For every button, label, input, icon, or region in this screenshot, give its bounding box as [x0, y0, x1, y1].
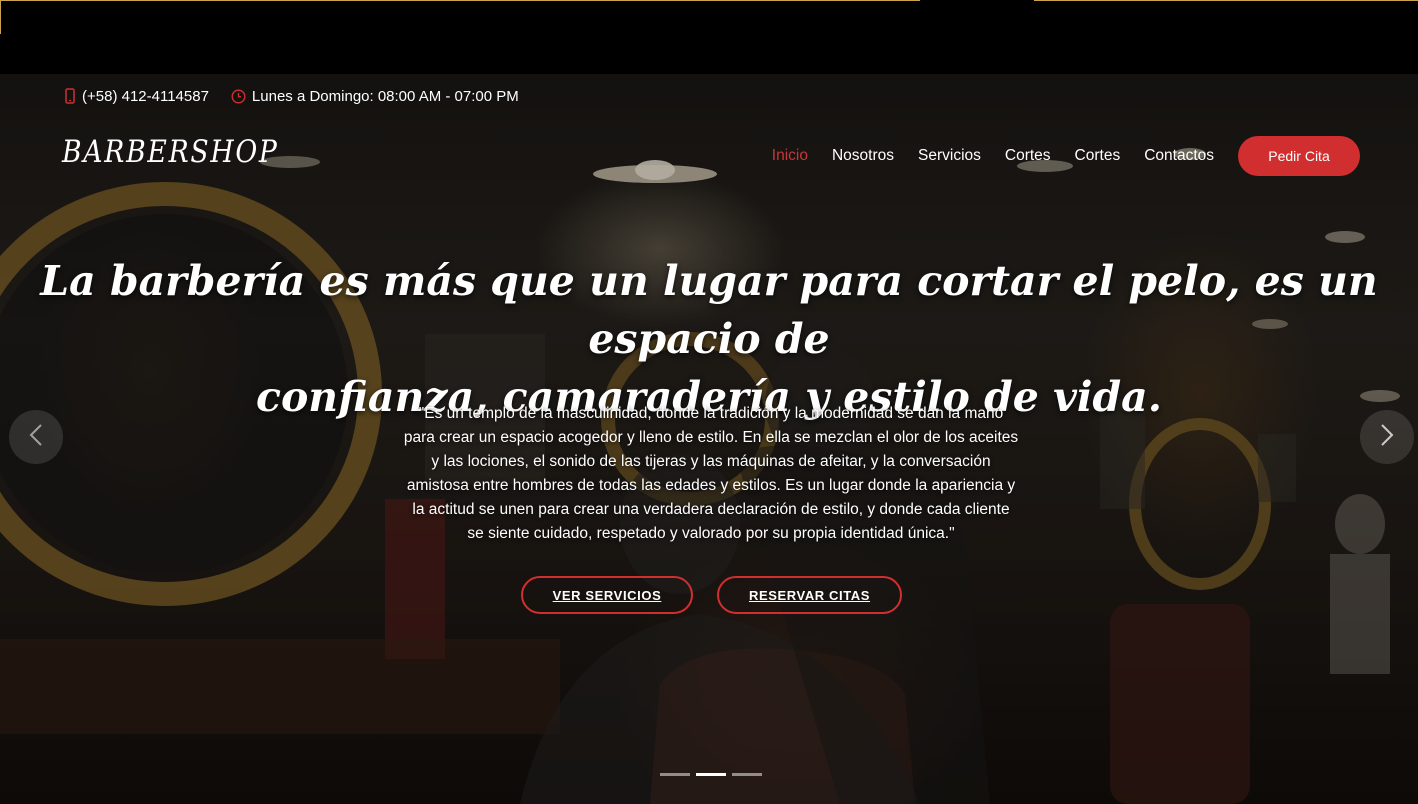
phone-number: (+58) 412-4114587 — [82, 87, 209, 105]
opening-hours: Lunes a Domingo: 08:00 AM - 07:00 PM — [251, 87, 519, 105]
nav-item-nosotros[interactable]: Nosotros — [832, 147, 894, 165]
reservar-citas-button[interactable]: RESERVAR CITAS — [717, 576, 902, 614]
pedir-cita-button[interactable]: Pedir Cita — [1238, 136, 1360, 176]
nav-item-inicio[interactable]: Inicio — [772, 147, 808, 165]
carousel-indicator[interactable] — [732, 773, 762, 776]
carousel-indicator[interactable] — [660, 773, 690, 776]
hero-section: (+58) 412-4114587 Lunes a Domingo: 08:00… — [0, 74, 1418, 804]
carousel-prev-button[interactable] — [9, 410, 63, 464]
hero-headline-line: La barbería es más que un lugar para cor… — [40, 257, 1378, 363]
description-line: se siente cuidado, respetado y valorado … — [467, 525, 955, 542]
chevron-right-icon — [1380, 423, 1394, 452]
hours-info: Lunes a Domingo: 08:00 AM - 07:00 PM — [231, 88, 519, 105]
gold-divider — [0, 0, 1, 34]
carousel-indicators — [660, 773, 762, 776]
carousel-next-button[interactable] — [1360, 410, 1414, 464]
gold-divider — [1034, 0, 1418, 1]
page: (+58) 412-4114587 Lunes a Domingo: 08:00… — [0, 0, 1418, 804]
gold-divider — [0, 0, 920, 1]
site-logo[interactable]: BARBERSHOP — [62, 134, 279, 170]
clock-icon — [231, 88, 246, 104]
description-line: y las lociones, el sonido de las tijeras… — [431, 453, 991, 470]
hero-headline: La barbería es más que un lugar para cor… — [40, 252, 1378, 426]
ver-servicios-button[interactable]: VER SERVICIOS — [521, 576, 693, 614]
carousel-indicator-active[interactable] — [696, 773, 726, 776]
main-nav: Inicio Nosotros Servicios Cortes Cortes … — [772, 136, 1360, 176]
top-band — [0, 0, 1418, 74]
nav-item-cortes[interactable]: Cortes — [1005, 147, 1051, 165]
chevron-left-icon — [29, 423, 43, 452]
description-line: para crear un espacio acogedor y lleno d… — [403, 429, 1019, 446]
nav-item-servicios[interactable]: Servicios — [918, 147, 981, 165]
nav-item-contactos[interactable]: Contactos — [1144, 147, 1214, 165]
hero-description: "Es un templo de la masculinidad, donde … — [350, 402, 1072, 546]
description-line: amistosa entre hombres de todas las edad… — [406, 477, 1016, 494]
description-line: la actitud se unen para crear una verdad… — [412, 501, 1010, 518]
phone-info[interactable]: (+58) 412-4114587 — [64, 88, 209, 105]
description-line: "Es un templo de la masculinidad, donde … — [418, 405, 1004, 422]
phone-icon — [64, 88, 76, 104]
contact-info-bar: (+58) 412-4114587 Lunes a Domingo: 08:00… — [64, 86, 519, 106]
nav-item-cortes-2[interactable]: Cortes — [1075, 147, 1121, 165]
